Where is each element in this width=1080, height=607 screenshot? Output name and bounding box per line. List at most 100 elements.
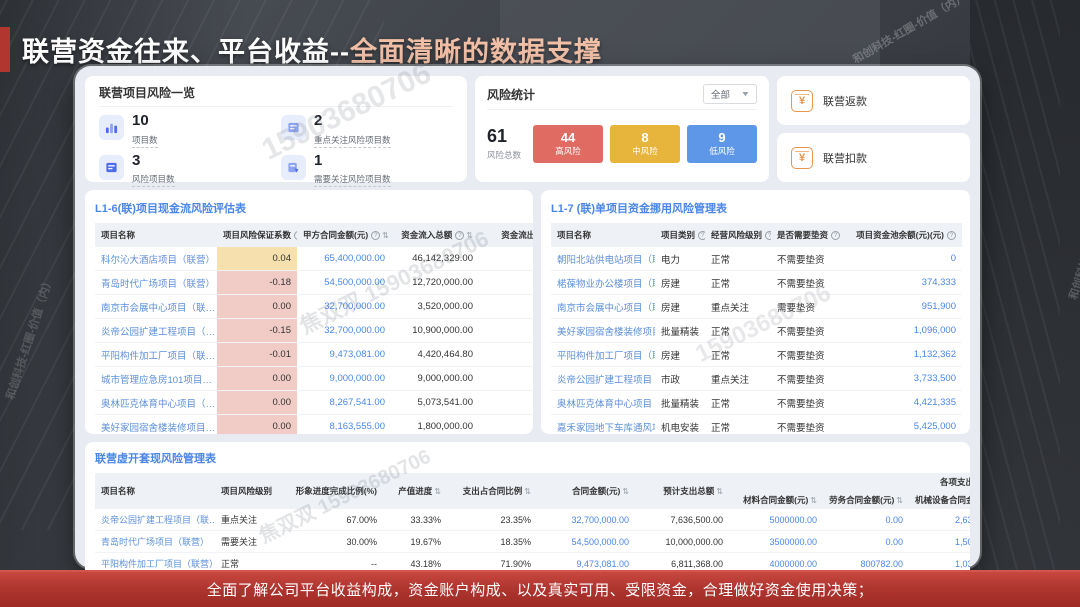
table-row: 朝阳北站供电站项目（联…电力正常不需要垫资0 [551,247,962,271]
amount-link[interactable]: 9,473,081.00 [297,343,391,367]
risk-stats-header: 风险统计 全部 ▼ [487,84,757,110]
project-link[interactable]: 炎帝公园扩建工程项目（联… [95,509,215,531]
help-icon [831,231,840,240]
project-link[interactable]: 平阳构件加工厂项目（联… [95,343,217,367]
stat-value: 10 [132,113,158,130]
column-header: 经营风险级别 [705,223,771,247]
amount-link[interactable]: 4,421,335 [847,391,962,415]
column-header[interactable]: 机械设备合同金额(元)⇅ [909,491,970,509]
sort-icon[interactable]: ⇅ [466,231,473,240]
project-link[interactable]: 平阳构件加工厂项目（联… [551,343,655,367]
project-link[interactable]: 美好家园宿舍楼装修项目… [551,319,655,343]
cell: 不需要垫资 [771,367,847,391]
cashflow-table: 项目名称项目风险保证系数⇅甲方合同金额(元)⇅资金流入总额⇅资金流出总额⇅科尔沁… [95,223,523,434]
risk-total: 61 风险总数 [487,127,521,162]
cell: 23,536 [479,271,533,295]
column-header[interactable]: 合同金额(元)⇅ [537,473,635,509]
action-label: 联营扣款 [823,150,867,166]
project-link[interactable]: 南京市会展中心项目（联… [95,295,217,319]
amount-link[interactable]: 32,700,000.00 [297,319,391,343]
action-label: 联营返款 [823,93,867,109]
project-link[interactable]: 美好家园宿舍楼装修项目… [95,415,217,435]
joint-refund-action[interactable]: ¥ 联营返款 [777,76,970,125]
cell: 23.35% [447,509,537,531]
project-link[interactable]: 炎帝公园扩建工程项目（… [551,367,655,391]
page-title-main: 联营资金往来、平台收益-- [22,37,350,67]
footer-text: 全面了解公司平台收益构成，资金账户构成、以及真实可用、受限资金，合理做好资金使用… [207,579,874,600]
cell: 不需要垫资 [771,319,847,343]
risk-filter-select[interactable]: 全部 ▼ [703,84,757,104]
page-title-accent: 全面清晰的数据支撑 [350,37,602,67]
table-row: 平阳构件加工厂项目（联…-0.019,473,081.004,420,464.8… [95,343,533,367]
badge-value: 9 [718,131,725,146]
red-packet-icon: ¥ [791,90,813,112]
amount-link[interactable]: 5,425,000 [847,415,962,435]
sort-icon[interactable]: ⇅ [810,496,817,505]
column-header[interactable]: 支出占合同比例⇅ [447,473,537,509]
column-header[interactable]: 甲方合同金额(元)⇅ [297,223,391,247]
project-link[interactable]: 炎帝公园扩建工程项目（… [95,319,217,343]
joint-deduction-action[interactable]: ¥ 联营扣款 [777,133,970,182]
project-link[interactable]: 奥林匹克体育中心项目（… [95,391,217,415]
amount-link[interactable]: 5000000.00 [729,509,823,531]
project-link[interactable]: 奥林匹克体育中心项目（… [551,391,655,415]
amount-link[interactable]: 0.00 [823,531,909,553]
amount-link[interactable]: 0.00 [823,509,909,531]
column-header[interactable]: 产值进度⇅ [383,473,447,509]
amount-link[interactable]: 951,900 [847,295,962,319]
amount-link[interactable]: 8,267,541.00 [297,391,391,415]
amount-link[interactable]: 2,630,000 [909,509,970,531]
column-header[interactable]: 预计支出总额⇅ [635,473,729,509]
risk-total-value: 61 [487,127,521,147]
column-header: 项目风险级别 [215,473,281,509]
project-link[interactable]: 青岛时代广场项目（联营） [95,531,215,553]
amount-link[interactable]: 65,400,000.00 [297,247,391,271]
amount-link[interactable]: 374,333 [847,271,962,295]
column-header[interactable]: 资金流入总额⇅ [391,223,479,247]
column-header[interactable]: 资金流出总额⇅ [479,223,533,247]
cell: 12,720,000.00 [391,271,479,295]
project-link[interactable]: 城市管理应急房101项目… [95,367,217,391]
amount-link[interactable]: 0 [847,247,962,271]
amount-link[interactable]: 32,700,000.00 [297,295,391,319]
cell: 3,520,000.00 [391,295,479,319]
background-building-right-lines [970,0,1060,607]
middle-row: L1-6(联)项目现金流风险评估表 项目名称项目风险保证系数⇅甲方合同金额(元)… [85,190,970,434]
column-header[interactable]: 项目风险保证系数⇅ [217,223,297,247]
table-row: 城市管理应急房101项目…0.009,000,000.009,000,000.0… [95,367,533,391]
cell: 正常 [705,319,771,343]
sort-icon[interactable]: ⇅ [434,487,441,496]
amount-link[interactable]: 1,132,362 [847,343,962,367]
cell: 3,295 [479,343,533,367]
sort-icon[interactable]: ⇅ [896,496,903,505]
column-header: 项目类别 [655,223,705,247]
amount-link[interactable]: 1,500,000 [909,531,970,553]
amount-link[interactable]: 32,700,000.00 [537,509,635,531]
amount-link[interactable]: 8,163,555.00 [297,415,391,435]
sort-icon[interactable]: ⇅ [382,231,389,240]
column-header[interactable]: 劳务合同金额(元)⇅ [823,491,909,509]
column-header[interactable]: 材料合同金额(元)⇅ [729,491,823,509]
amount-link[interactable]: 54,500,000.00 [537,531,635,553]
cell: 4,420,464.80 [391,343,479,367]
amount-link[interactable]: 54,500,000.00 [297,271,391,295]
sort-icon[interactable]: ⇅ [622,487,629,496]
project-link[interactable]: 南京市会展中心项目（联… [551,295,655,319]
amount-link[interactable]: 1,096,000 [847,319,962,343]
project-link[interactable]: 科尔沁大酒店项目（联营） [95,247,217,271]
page-title: 联营资金往来、平台收益--全面清晰的数据支撑 [22,30,602,69]
project-link[interactable]: 青岛时代广场项目（联营） [95,271,217,295]
table-row: 炎帝公园扩建工程项目（…-0.1532,700,000.0010,900,000… [95,319,533,343]
amount-link[interactable]: 9,000,000.00 [297,367,391,391]
badge-value: 8 [641,131,648,146]
stat-need-focus-risk-projects: 1 需要关注风险项目数 [281,153,453,188]
project-link[interactable]: 朝阳北站供电站项目（联… [551,247,655,271]
project-link[interactable]: 嘉禾家园地下车库通风项… [551,415,655,435]
stat-label: 重点关注风险项目数 [314,134,391,148]
cell: 46,142,329.00 [391,247,479,271]
sort-icon[interactable]: ⇅ [524,487,531,496]
amount-link[interactable]: 3500000.00 [729,531,823,553]
project-link[interactable]: 楉葆物业办公楼项目（联… [551,271,655,295]
amount-link[interactable]: 3,733,500 [847,367,962,391]
sort-icon[interactable]: ⇅ [716,487,723,496]
